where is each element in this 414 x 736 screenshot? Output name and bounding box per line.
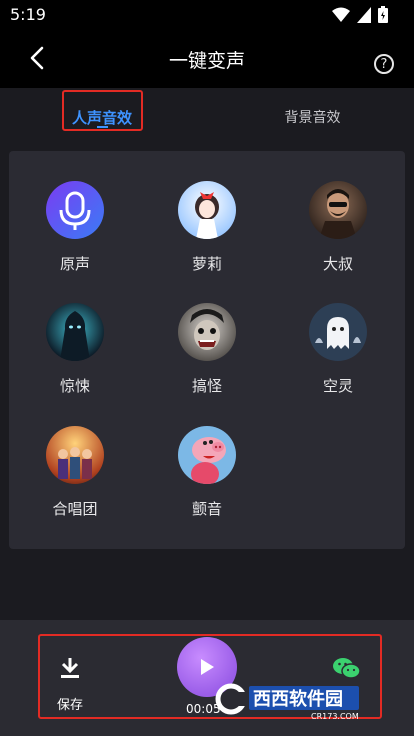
- status-bar: 5:19: [0, 0, 414, 28]
- horror-avatar: [46, 303, 104, 361]
- wechat-share-button[interactable]: [332, 656, 361, 684]
- funny-avatar: [178, 303, 236, 361]
- effect-uncle[interactable]: 大叔: [293, 181, 383, 274]
- effect-label: 大叔: [322, 255, 353, 273]
- uncle-avatar: [309, 181, 367, 239]
- effect-choir[interactable]: 合唱团: [30, 426, 120, 519]
- effect-label: 颤音: [191, 500, 222, 518]
- bottom-bar: 保存 00:05 西西软件园 CR173.COM: [0, 620, 414, 736]
- effect-label: 惊悚: [59, 377, 90, 395]
- effect-label: 合唱团: [52, 500, 98, 518]
- title-bar: 一键变声 ?: [0, 28, 414, 88]
- effect-tremolo[interactable]: 颤音: [162, 426, 252, 519]
- loli-avatar: [178, 181, 236, 239]
- status-time: 5:19: [10, 5, 46, 24]
- watermark-logo: 西西软件园 CR173.COM: [215, 683, 359, 721]
- effect-label: 搞怪: [191, 377, 222, 395]
- effect-funny[interactable]: 搞怪: [162, 303, 252, 396]
- battery-icon: [378, 6, 388, 23]
- microphone-icon: [46, 181, 104, 239]
- effect-label: 萝莉: [191, 255, 222, 273]
- play-icon: [201, 659, 214, 675]
- ghost-avatar: [309, 303, 367, 361]
- signal-icon: [357, 6, 371, 23]
- effect-label: 原声: [59, 255, 90, 273]
- effect-ethereal[interactable]: 空灵: [293, 303, 383, 396]
- effects-panel: 原声 萝莉 大叔 惊悚 搞怪 空灵 合唱团 颤音: [9, 151, 405, 549]
- tab-background-label: 背景音效: [284, 110, 341, 126]
- effect-tabs: 人声音效 背景音效: [0, 88, 414, 146]
- save-label: 保存: [56, 698, 83, 713]
- help-icon[interactable]: ?: [374, 54, 394, 74]
- tab-background-effects[interactable]: 背景音效: [265, 88, 360, 146]
- effect-original[interactable]: 原声: [30, 181, 120, 274]
- effect-loli[interactable]: 萝莉: [162, 181, 252, 274]
- help-label: ?: [380, 56, 388, 72]
- effect-label: 空灵: [322, 377, 353, 395]
- wifi-icon: [332, 7, 350, 22]
- wechat-icon: [333, 658, 361, 679]
- choir-avatar: [46, 426, 104, 484]
- save-button[interactable]: 保存: [52, 656, 88, 713]
- status-icons: [332, 6, 388, 23]
- download-icon: [61, 658, 79, 678]
- page-title: 一键变声: [168, 50, 245, 72]
- watermark-text: 西西软件园: [253, 688, 343, 710]
- tab-highlight-box: [62, 90, 143, 131]
- pig-avatar: [178, 426, 236, 484]
- watermark-subtext: CR173.COM: [311, 712, 359, 721]
- effect-horror[interactable]: 惊悚: [30, 303, 120, 396]
- main-content: 人声音效 背景音效 原声 萝莉 大叔 惊悚 搞怪 空灵 合唱团 颤音: [0, 88, 414, 620]
